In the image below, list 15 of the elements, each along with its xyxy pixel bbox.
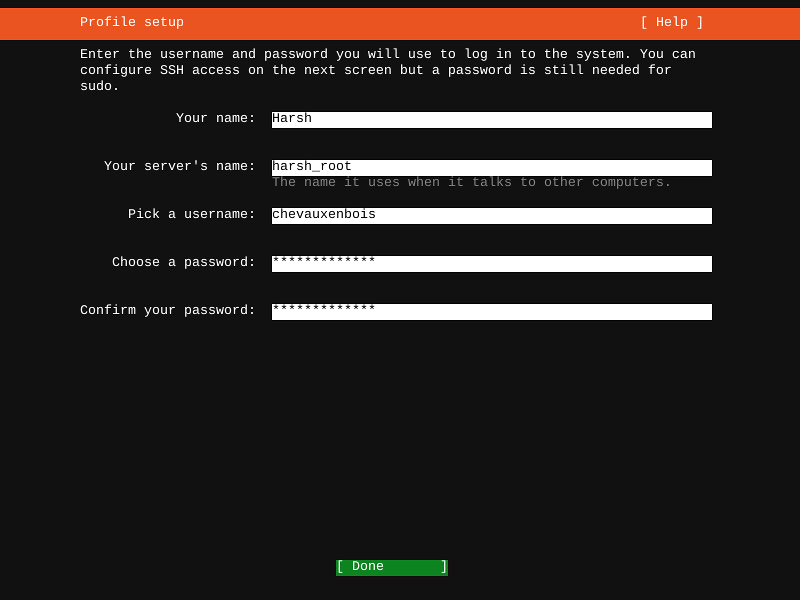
screen-title: Profile setup bbox=[80, 16, 184, 32]
input-field[interactable]: Harsh bbox=[272, 112, 712, 128]
field-label: Your name: bbox=[175, 112, 256, 128]
help-button[interactable]: [ Help ] bbox=[640, 16, 704, 32]
input-field[interactable]: ************* bbox=[272, 256, 712, 272]
field-label: Your server's name: bbox=[103, 160, 256, 176]
field-label: Choose a password: bbox=[111, 256, 256, 272]
done-button[interactable]: [ Done ] bbox=[336, 560, 448, 576]
field-label: Pick a username: bbox=[127, 208, 256, 224]
input-field[interactable]: chevauxenbois bbox=[272, 208, 712, 224]
field-label: Confirm your password: bbox=[80, 304, 256, 320]
field-hint: The name it uses when it talks to other computers. bbox=[272, 176, 673, 192]
intro-text: Enter the username and password you will use to log in to the system. You can configure SSH access on the next screen but a password is still needed for sudo. bbox=[80, 48, 697, 96]
input-field[interactable]: harsh_root bbox=[272, 160, 712, 176]
input-field[interactable]: ************* bbox=[272, 304, 712, 320]
